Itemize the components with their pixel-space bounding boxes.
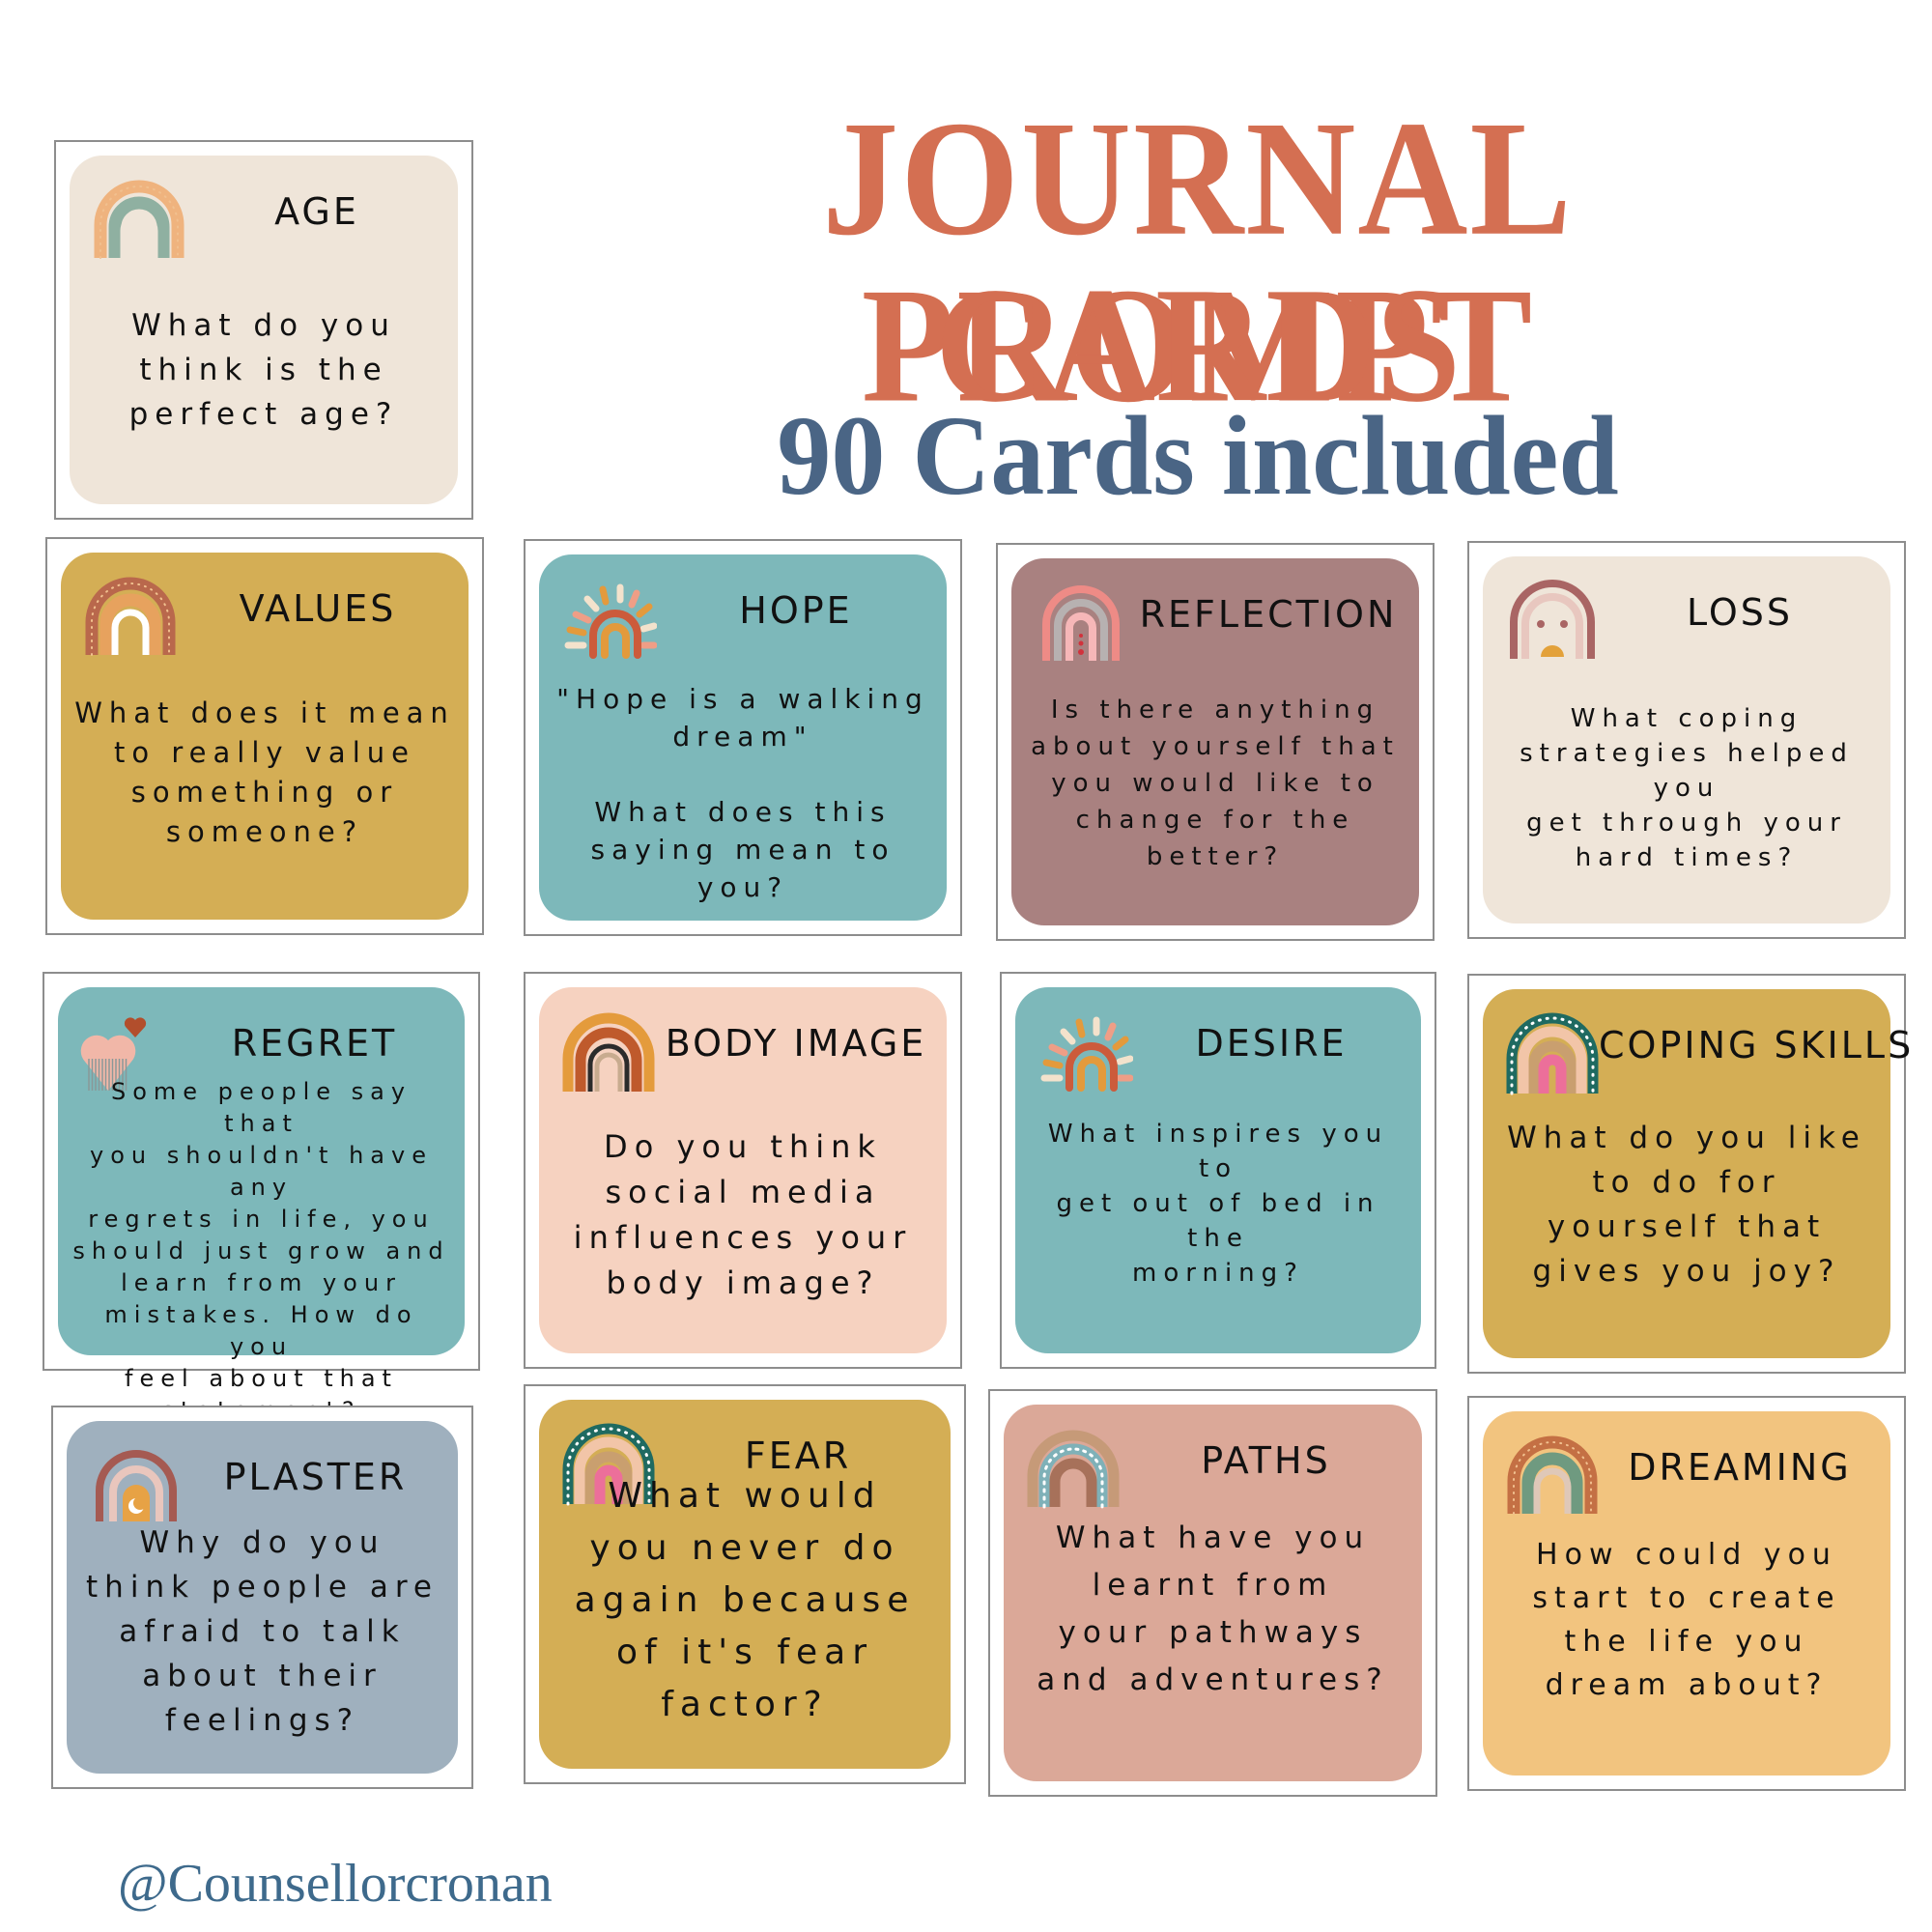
- card-face: HOPE "Hope is a walking dream" What does …: [539, 554, 947, 921]
- card-prompt: Do you think social media influences you…: [573, 1128, 913, 1301]
- card-face: DREAMING How could you start to create th…: [1483, 1411, 1890, 1776]
- card-title: HOPE: [739, 589, 853, 632]
- social-handle: @Counsellorcronan: [118, 1854, 553, 1914]
- prompt-card-hope: HOPE "Hope is a walking dream" What does …: [524, 539, 962, 936]
- sunburst-rainbow-icon: [560, 576, 657, 663]
- prompt-card-paths: PATHS What have you learnt from your path…: [988, 1389, 1437, 1797]
- card-face: PLASTER Why do you think people are afrai…: [67, 1421, 458, 1774]
- rainbow-sun-icon: [1504, 578, 1601, 665]
- card-face: PATHS What have you learnt from your path…: [1004, 1405, 1422, 1781]
- prompt-card-body-image: BODY IMAGE Do you think social media infl…: [524, 972, 962, 1369]
- prompt-card-regret: REGRET Some people say that you shouldn't…: [43, 972, 480, 1424]
- prompt-card-desire: DESIRE What inspires you to get out of be…: [1000, 972, 1436, 1369]
- prompt-card-coping-skills: COPING SKILLS What do you like to do for …: [1467, 974, 1915, 1374]
- card-prompt: How could you start to create the life y…: [1532, 1538, 1841, 1702]
- card-prompt: What would you never do again because of…: [574, 1476, 916, 1724]
- prompt-card-fear: FEAR What would you never do again becaus…: [524, 1384, 966, 1784]
- card-face: REGRET Some people say that you shouldn't…: [58, 987, 465, 1424]
- card-title: LOSS: [1687, 591, 1793, 634]
- card-title: VALUES: [239, 587, 397, 630]
- card-face: LOSS What coping strategies helped you ge…: [1483, 556, 1890, 923]
- rainbow-moon-icon: [88, 1442, 185, 1529]
- card-prompt: Why do you think people are afraid to ta…: [86, 1525, 439, 1738]
- boho-rainbow-icon: [560, 1009, 657, 1095]
- card-prompt: What inspires you to get out of bed in t…: [1047, 1120, 1389, 1288]
- card-face: BODY IMAGE Do you think social media infl…: [539, 987, 947, 1353]
- card-prompt: What have you learnt from your pathways …: [1037, 1520, 1389, 1697]
- card-face: VALUES What does it mean to really value …: [61, 553, 469, 920]
- card-title: DREAMING: [1628, 1446, 1852, 1489]
- card-prompt: What do you like to do for yourself that…: [1507, 1121, 1866, 1289]
- card-title: REFLECTION: [1139, 593, 1398, 636]
- card-title: DESIRE: [1195, 1022, 1348, 1065]
- card-title: PATHS: [1201, 1439, 1331, 1482]
- card-title: AGE: [274, 190, 359, 233]
- card-title: PLASTER: [223, 1456, 408, 1498]
- prompt-card-age: AGE What do you think is the perfect age?: [54, 140, 473, 520]
- page-subtitle: 90 Cards included: [777, 392, 1619, 520]
- card-face: FEAR What would you never do again becaus…: [539, 1400, 951, 1769]
- card-prompt: What do you think is the perfect age?: [128, 308, 399, 432]
- rainbow-hearts-icon: [1033, 580, 1129, 667]
- rainbow-dotted-icon: [91, 177, 187, 264]
- card-prompt: "Hope is a walking dream" What does this…: [556, 683, 929, 903]
- card-prompt: What coping strategies helped you get th…: [1520, 704, 1854, 872]
- prompt-card-loss: LOSS What coping strategies helped you ge…: [1467, 541, 1906, 939]
- rainbow-swirl-icon: [1025, 1426, 1122, 1513]
- prompt-card-dreaming: DREAMING How could you start to create th…: [1467, 1396, 1906, 1791]
- card-prompt: What does it mean to really value someth…: [74, 696, 455, 848]
- card-face: DESIRE What inspires you to get out of be…: [1015, 987, 1421, 1353]
- card-prompt: Some people say that you shouldn't have …: [72, 1078, 450, 1424]
- rainbow-dotted-icon: [1504, 1433, 1601, 1520]
- prompt-card-values: VALUES What does it mean to really value …: [45, 537, 484, 935]
- card-title: REGRET: [231, 1022, 398, 1065]
- prompt-card-plaster: PLASTER Why do you think people are afrai…: [51, 1406, 473, 1789]
- card-face: AGE What do you think is the perfect age?: [70, 156, 458, 504]
- card-prompt: Is there anything about yourself that yo…: [1031, 696, 1400, 871]
- prompt-card-reflection: REFLECTION Is there anything about yourse…: [996, 543, 1435, 941]
- card-face: REFLECTION Is there anything about yourse…: [1011, 558, 1419, 925]
- sunburst-rainbow-icon: [1037, 1009, 1133, 1095]
- card-title: BODY IMAGE: [665, 1022, 927, 1065]
- rainbow-dots-pink-icon: [1504, 1010, 1601, 1097]
- card-title: COPING SKILLS: [1599, 1024, 1915, 1066]
- card-face: COPING SKILLS What do you like to do for …: [1483, 989, 1915, 1358]
- rainbow-dotted-icon: [82, 574, 179, 661]
